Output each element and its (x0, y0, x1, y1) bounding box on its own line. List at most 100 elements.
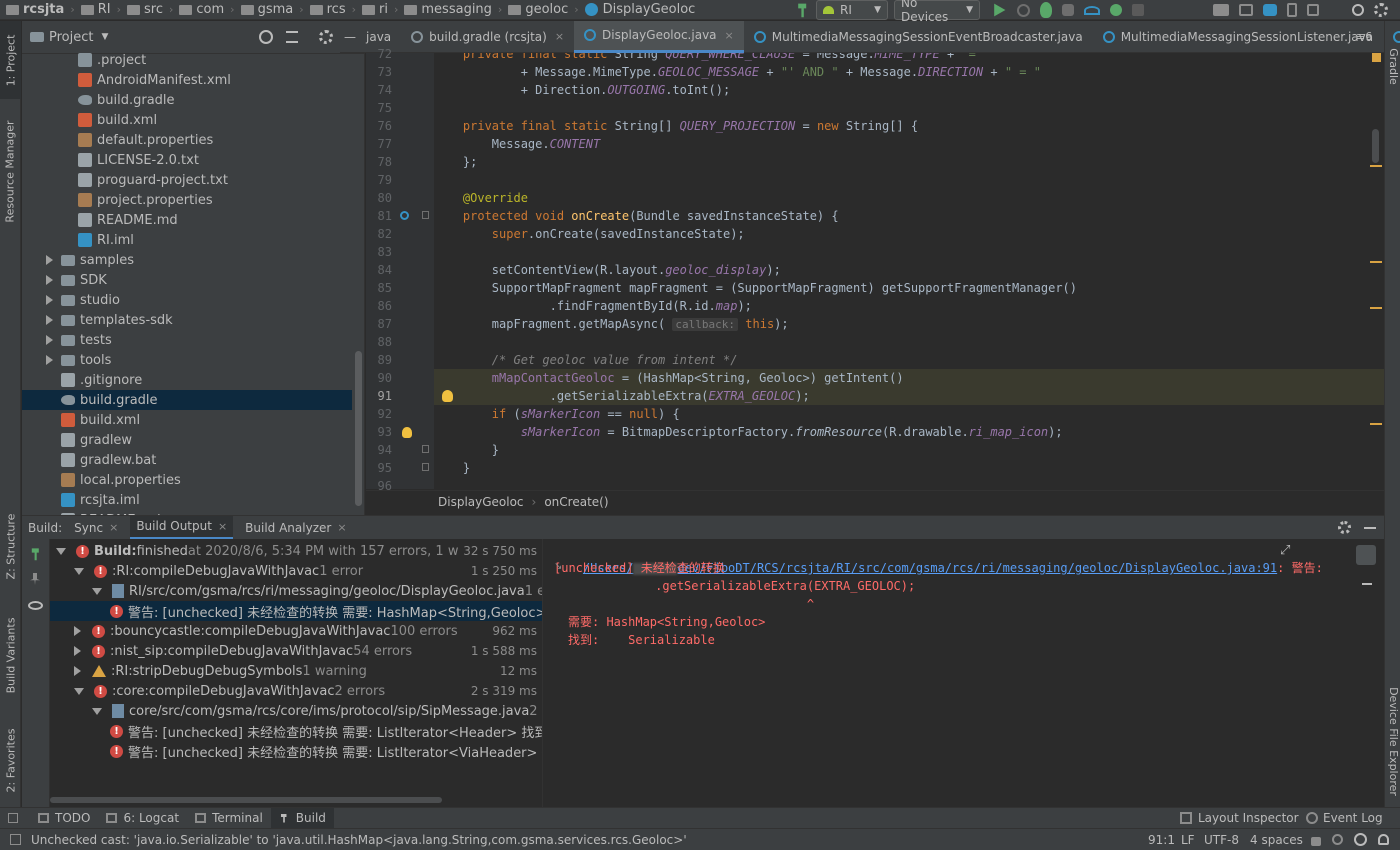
run-icon[interactable] (994, 3, 1006, 17)
lock-icon[interactable] (1311, 837, 1321, 846)
build-tree-item[interactable]: !:bouncycastle:compileDebugJavaWithJavac… (50, 621, 542, 641)
favorites-tool-tab[interactable]: 2: Favorites (0, 715, 21, 805)
code-line[interactable]: }; (434, 153, 1384, 171)
expand-arrow-icon[interactable] (46, 295, 53, 305)
apply-code-changes-icon[interactable] (1110, 4, 1122, 16)
nav-crumb[interactable]: rcsjta › (0, 0, 75, 20)
code-line[interactable]: sMarkerIcon = BitmapDescriptorFactory.fr… (434, 423, 1384, 441)
fold-marker-icon[interactable] (422, 463, 429, 471)
chevron-right-icon[interactable] (74, 646, 81, 656)
fold-marker-icon[interactable] (422, 445, 429, 453)
nav-crumb[interactable]: geoloc › (502, 0, 579, 20)
structure-tool-tab[interactable]: Z: Structure (0, 501, 21, 591)
gear-icon[interactable] (319, 30, 333, 44)
stop-icon[interactable] (1132, 4, 1144, 16)
chevron-down-icon[interactable] (74, 567, 84, 575)
build-variants-tool-tab[interactable]: Build Variants (0, 605, 21, 705)
breadcrumb-class[interactable]: DisplayGeoloc (438, 495, 524, 509)
project-tree-item[interactable]: README.md (22, 210, 352, 230)
code-line[interactable] (434, 477, 1384, 489)
code-line[interactable]: private final static String[] QUERY_PROJ… (434, 117, 1384, 135)
build-tree-item[interactable]: RI/src/com/gsma/rcs/ri/messaging/geoloc/… (50, 581, 542, 601)
chevron-right-icon[interactable] (74, 666, 81, 676)
code-line[interactable]: } (434, 459, 1384, 477)
code-line[interactable]: setContentView(R.layout.geoloc_display); (434, 261, 1384, 279)
build-tree-item[interactable]: ! Build: finished at 2020/8/6, 5:34 PM wi… (50, 541, 542, 561)
build-tree-item[interactable]: ! 警告: [unchecked] 未经检查的转换 需要: ListIterato… (50, 741, 542, 761)
search-everywhere-icon[interactable] (1352, 4, 1364, 16)
bottom-tool-button[interactable]: TODO (30, 808, 98, 829)
code-line[interactable]: Message.CONTENT (434, 135, 1384, 153)
eye-icon[interactable] (28, 601, 43, 610)
code-editor[interactable]: private final static String QUERY_WHERE_… (434, 53, 1384, 489)
project-tree-item[interactable]: tools (22, 350, 352, 370)
build-tree-item[interactable]: !:core:compileDebugJavaWithJavac 2 error… (50, 681, 542, 701)
code-line[interactable]: SupportMapFragment mapFragment = (Suppor… (434, 279, 1384, 297)
build-console[interactable]: /Users/dev/FiboDT/RCS/rcsjta/RI/src/com/… (544, 539, 1344, 807)
nav-crumb[interactable]: ri › (356, 0, 398, 20)
editor-scrollbar[interactable] (1372, 129, 1379, 163)
code-line[interactable] (434, 243, 1384, 261)
warning-marker[interactable] (1370, 165, 1382, 167)
bottom-tool-button[interactable]: 6: Logcat (98, 808, 187, 829)
chevron-down-icon[interactable] (92, 707, 102, 715)
fold-marker-icon[interactable] (422, 211, 429, 219)
close-icon[interactable]: × (337, 521, 346, 534)
code-line[interactable]: .findFragmentById(R.id.map); (434, 297, 1384, 315)
project-tree-item[interactable]: SDK (22, 270, 352, 290)
code-line[interactable]: if (sMarkerIcon == null) { (434, 405, 1384, 423)
avd-manager-icon[interactable] (1287, 3, 1297, 17)
close-icon[interactable]: × (109, 521, 118, 534)
project-tree-scrollbar[interactable] (355, 351, 362, 506)
nav-crumb[interactable]: gsma › (235, 0, 304, 20)
lightbulb-icon[interactable] (402, 427, 412, 438)
scroll-to-end-icon[interactable] (1362, 573, 1372, 585)
build-tab[interactable]: Sync × (68, 516, 124, 540)
project-tree-item[interactable]: LICENSE-2.0.txt (22, 150, 352, 170)
apply-changes-icon[interactable] (1017, 3, 1030, 17)
inspector-face-icon[interactable] (1354, 833, 1367, 846)
project-tree-item[interactable]: build.xml (22, 410, 352, 430)
project-tree-item[interactable]: RI.iml (22, 230, 352, 250)
git-icon[interactable] (1332, 834, 1343, 845)
chevron-down-icon[interactable] (74, 687, 84, 695)
project-tree-item[interactable]: gradlew.bat (22, 450, 352, 470)
nav-crumb[interactable]: src › (121, 0, 173, 20)
project-tree-item[interactable]: studio (22, 290, 352, 310)
error-stripe[interactable] (1368, 53, 1382, 489)
editor-tab[interactable]: MultimediaMessagingSessionEventBroadcast… (744, 21, 1093, 53)
device-selector[interactable]: No Devices ▼ (894, 0, 980, 24)
project-tree-item[interactable]: AndroidManifest.xml (22, 70, 352, 90)
warning-marker[interactable] (1370, 261, 1382, 263)
close-icon[interactable]: × (218, 520, 227, 533)
build-tree-item[interactable]: !:RI:compileDebugJavaWithJavac 1 error 1 … (50, 561, 542, 581)
project-view-selector[interactable]: Project (49, 30, 93, 45)
indent-setting[interactable]: 4 spaces (1250, 833, 1303, 847)
editor-tab[interactable]: build.gradle (rcsjta) × (401, 21, 574, 53)
expand-arrow-icon[interactable] (46, 275, 53, 285)
caret-position[interactable]: 91:1 (1148, 833, 1175, 847)
sync-gradle-icon[interactable] (1263, 4, 1277, 16)
panel-toggle-icon[interactable] (8, 813, 18, 823)
event-bell-icon[interactable] (1378, 834, 1389, 845)
close-icon[interactable]: × (555, 30, 564, 43)
code-line[interactable] (434, 99, 1384, 117)
chevron-down-icon[interactable] (92, 587, 102, 595)
build-tab[interactable]: Build Analyzer × (239, 516, 352, 540)
device-file-explorer-tool-tab[interactable]: Device File Explorer (1385, 671, 1400, 811)
code-line[interactable] (434, 333, 1384, 351)
chevron-right-icon[interactable] (74, 626, 81, 636)
project-tree-item[interactable]: proguard-project.txt (22, 170, 352, 190)
gear-icon[interactable] (1338, 521, 1351, 534)
nav-crumb[interactable]: RI › (75, 0, 121, 20)
file-path-link-end[interactable]: dev/FiboDT/RCS/rcsjta/RI/src/com/gsma/rc… (677, 561, 1277, 575)
project-tree-item[interactable]: rcsjta.iml (22, 490, 352, 510)
close-icon[interactable]: × (725, 29, 734, 42)
code-line[interactable]: protected void onCreate(Bundle savedInst… (434, 207, 1384, 225)
code-line[interactable]: } (434, 441, 1384, 459)
code-line[interactable]: /* Get geoloc value from intent */ (434, 351, 1384, 369)
hide-panel-icon[interactable] (1364, 526, 1376, 529)
project-tree-item[interactable]: build.xml (22, 110, 352, 130)
expand-arrow-icon[interactable] (46, 355, 53, 365)
collapse-all-icon[interactable] (286, 31, 298, 43)
